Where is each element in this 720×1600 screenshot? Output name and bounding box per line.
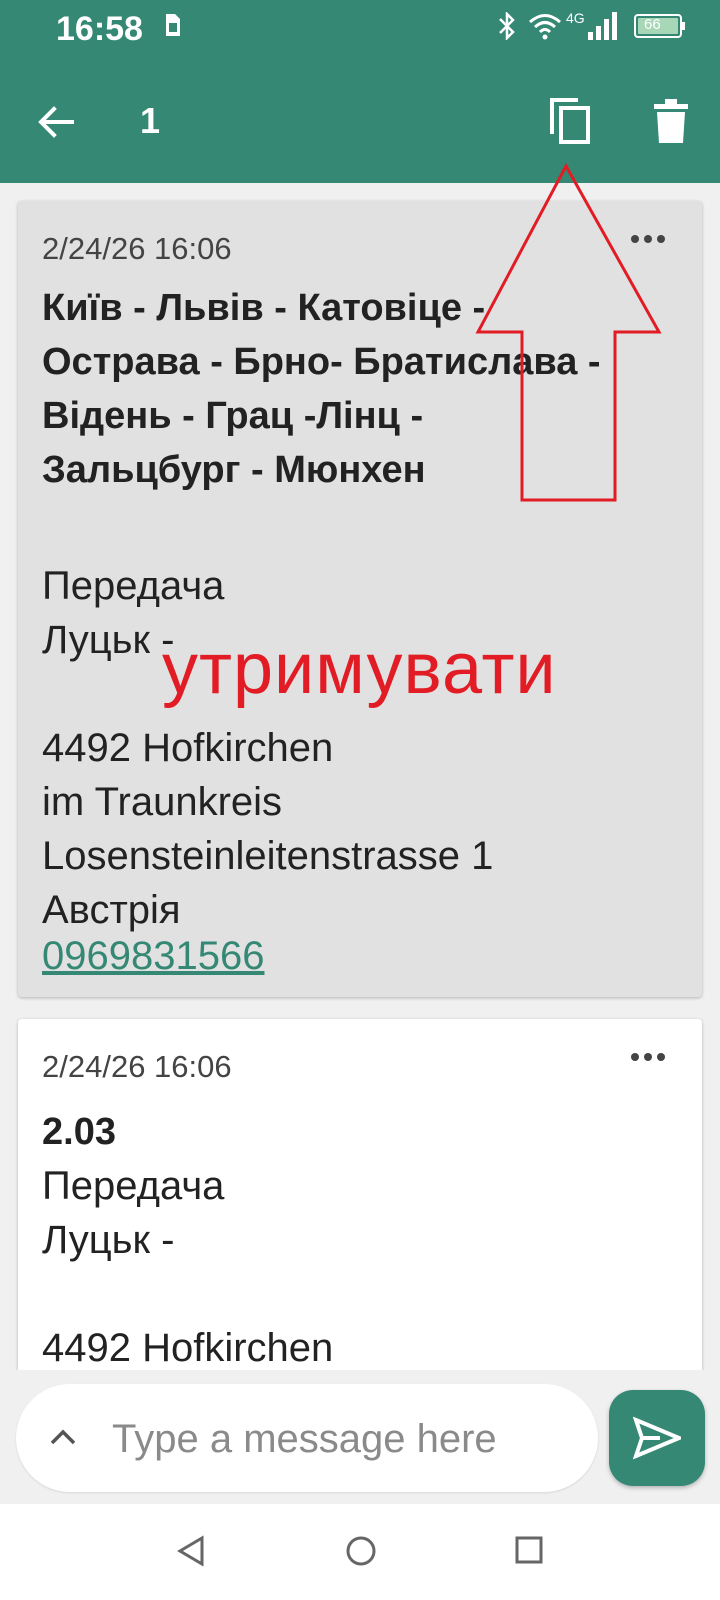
- wifi-icon: [529, 14, 561, 40]
- more-icon[interactable]: [630, 1047, 666, 1067]
- message-composer: [16, 1384, 598, 1492]
- message-timestamp: 2/24/26 16:06: [42, 231, 232, 266]
- bluetooth-icon: [499, 12, 515, 40]
- annotation-text: утримувати: [162, 629, 557, 709]
- network-type-label: 4G: [566, 10, 585, 26]
- phone-number-link[interactable]: 0969831566: [42, 929, 264, 983]
- system-navigation-bar: [0, 1504, 720, 1600]
- sim-card-icon: [166, 14, 180, 36]
- annotation-arrow-icon: [475, 162, 662, 502]
- send-icon: [633, 1416, 681, 1460]
- message-body: Передача Луцьк - 4492 Hofkirchen im Trau…: [42, 564, 494, 932]
- signal-strength-icon: [588, 12, 617, 40]
- selected-count: 1: [140, 100, 161, 141]
- trash-icon[interactable]: [652, 98, 690, 144]
- message-input[interactable]: [110, 1406, 584, 1472]
- status-bar: 16:58 4G 66: [0, 0, 720, 60]
- message-timestamp: 2/24/26 16:06: [42, 1049, 232, 1084]
- status-time: 16:58: [56, 10, 143, 48]
- message-title: 2.03: [42, 1111, 116, 1153]
- nav-back-icon[interactable]: [176, 1534, 206, 1568]
- nav-recents-icon[interactable]: [514, 1535, 544, 1565]
- nav-home-icon[interactable]: [344, 1534, 378, 1568]
- battery-level: 66: [644, 16, 661, 33]
- message-body: Передача Луцьк - 4492 Hofkirchen: [42, 1164, 334, 1370]
- back-arrow-icon[interactable]: [34, 100, 78, 144]
- message-card[interactable]: 2/24/26 16:06 2.03 Передача Луцьк - 4492…: [18, 1019, 702, 1370]
- chevron-up-icon[interactable]: [48, 1422, 78, 1452]
- send-button[interactable]: [609, 1390, 705, 1486]
- copy-icon[interactable]: [548, 96, 592, 146]
